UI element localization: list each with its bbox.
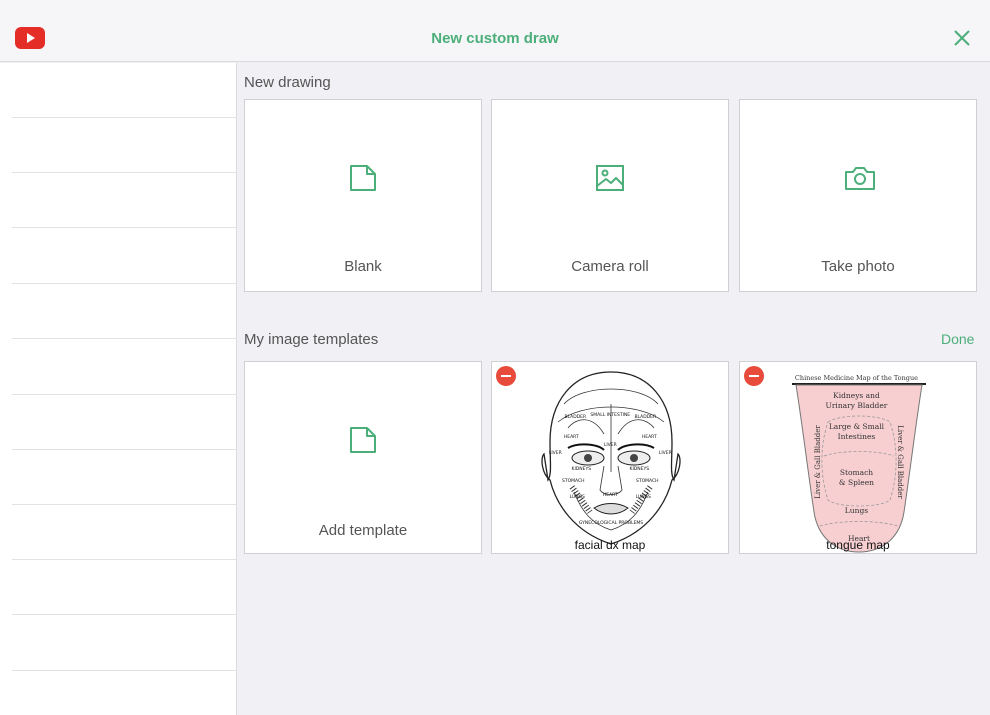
templates-heading: My image templates	[244, 331, 379, 348]
remove-template-button[interactable]	[744, 366, 764, 386]
blank-document-icon	[348, 425, 378, 460]
take-photo-option[interactable]: Take photo	[739, 99, 977, 292]
tongue-map-image: Chinese Medicine Map of the Tongue Kidne…	[792, 374, 926, 553]
facial-label: LUNGS	[636, 494, 651, 500]
close-icon[interactable]	[950, 27, 974, 51]
tongue-title: Chinese Medicine Map of the Tongue	[795, 374, 918, 382]
sidebar	[0, 63, 237, 715]
image-icon	[595, 163, 625, 198]
template-tongue-map[interactable]: Chinese Medicine Map of the Tongue Kidne…	[739, 361, 977, 554]
facial-label: HEART	[642, 434, 657, 440]
sidebar-row[interactable]	[12, 559, 237, 560]
facial-label: BLADDER	[564, 414, 586, 420]
sidebar-row[interactable]	[12, 394, 237, 395]
facial-label: LUNGS	[570, 494, 585, 500]
page-title: New custom draw	[431, 30, 559, 47]
facial-label: SMALL INTESTINE	[590, 412, 630, 418]
add-template-label: Add template	[318, 522, 408, 539]
facial-label: LIVER	[659, 450, 672, 456]
sidebar-row[interactable]	[12, 449, 237, 450]
facial-label: KIDNEYS	[630, 466, 650, 472]
facial-map-image: BLADDER SMALL INTESTINE BLADDER HEART LI…	[541, 371, 681, 545]
tongue-label: & Spleen	[839, 478, 874, 487]
facial-label: LIVER	[549, 450, 562, 456]
blank-document-icon	[348, 163, 378, 198]
navigation-bar: New custom draw	[0, 0, 990, 62]
template-caption: tongue map	[826, 538, 890, 552]
blank-option[interactable]: Blank	[244, 99, 482, 292]
tongue-label: Stomach	[840, 468, 873, 477]
facial-label: HEART	[564, 434, 579, 440]
take-photo-option-label: Take photo	[821, 258, 895, 275]
facial-label: STOMACH	[562, 478, 585, 484]
facial-label: HEART	[603, 492, 618, 498]
camera-roll-option-label: Camera roll	[571, 258, 649, 275]
tongue-label: Urinary Bladder	[826, 401, 888, 410]
camera-roll-option[interactable]: Camera roll	[491, 99, 729, 292]
facial-label: LIVER	[604, 442, 617, 448]
add-template-button[interactable]: Add template	[244, 361, 482, 554]
sidebar-row[interactable]	[12, 670, 237, 671]
new-drawing-heading: New drawing	[244, 74, 331, 91]
facial-label: STOMACH	[636, 478, 659, 484]
facial-label: BLADDER	[634, 414, 656, 420]
sidebar-row[interactable]	[12, 227, 237, 228]
tongue-label: Lungs	[845, 506, 868, 515]
blank-option-label: Blank	[344, 258, 382, 275]
facial-label: KIDNEYS	[572, 466, 592, 472]
sidebar-row[interactable]	[12, 172, 237, 173]
tongue-label: Kidneys and	[833, 391, 880, 400]
sidebar-row[interactable]	[12, 117, 237, 118]
template-caption: facial dx map	[574, 538, 646, 552]
sidebar-row[interactable]	[12, 283, 237, 284]
camera-icon	[843, 163, 877, 198]
remove-template-button[interactable]	[496, 366, 516, 386]
tongue-label: Liver & Gall Bladder	[814, 425, 822, 499]
sidebar-row[interactable]	[12, 338, 237, 339]
tongue-label: Liver & Gall Bladder	[896, 425, 904, 499]
tongue-label: Large & Small	[829, 422, 885, 431]
tongue-label: Intestines	[838, 432, 876, 441]
done-button[interactable]: Done	[941, 331, 974, 347]
sidebar-row[interactable]	[12, 614, 237, 615]
facial-label: GYNECOLOGICAL PROBLEMS	[579, 520, 643, 526]
template-facial-dx-map[interactable]: BLADDER SMALL INTESTINE BLADDER HEART LI…	[491, 361, 729, 554]
sidebar-row[interactable]	[12, 504, 237, 505]
